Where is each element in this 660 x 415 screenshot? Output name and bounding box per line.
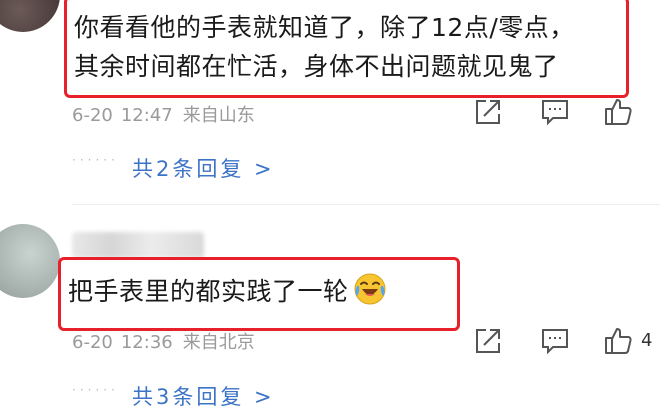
reply-button[interactable] — [539, 96, 571, 128]
comment-time: 12:47 — [120, 105, 173, 126]
share-button[interactable] — [472, 96, 504, 128]
share-icon — [476, 100, 500, 124]
comment-text: 你看看他的手表就知道了，除了12点/零点， 其余时间都在忙活，身体不出问题就见鬼… — [74, 8, 575, 86]
comment-location: 来自山东 — [182, 105, 255, 126]
reply-button[interactable] — [539, 325, 571, 357]
like-button[interactable] — [603, 96, 635, 128]
thread-dots: ······ — [72, 153, 119, 167]
blurred-username[interactable] — [72, 232, 204, 258]
comment-location: 来自北京 — [182, 332, 255, 353]
share-button[interactable] — [472, 325, 504, 357]
comment-text-line: 其余时间都在忙活，身体不出问题就见鬼了 — [74, 52, 559, 81]
comment-date: 6-20 — [72, 105, 113, 126]
comment-meta: 6-20 12:36 来自北京 — [72, 328, 255, 354]
thread-dots: ······ — [72, 383, 119, 397]
comment-text: 把手表里的都实践了一轮 — [68, 272, 387, 311]
comment-icon — [542, 100, 568, 126]
comment-date: 6-20 — [72, 332, 113, 353]
comment-meta: 6-20 12:47 来自山东 — [72, 101, 255, 127]
like-button[interactable] — [603, 325, 635, 357]
thumbs-up-icon — [605, 99, 632, 125]
avatar[interactable] — [0, 0, 60, 32]
comment-item: 把手表里的都实践了一轮 6-20 12:36 来自北京 4 ······ 共3条… — [0, 205, 660, 415]
share-icon — [476, 329, 500, 353]
laughing-crying-emoji-icon — [354, 273, 386, 305]
view-replies-link[interactable]: 共3条回复 > — [132, 381, 275, 411]
view-replies-link[interactable]: 共2条回复 > — [132, 153, 275, 183]
comment-time: 12:36 — [120, 332, 173, 353]
like-count: 4 — [641, 330, 653, 351]
avatar[interactable] — [0, 224, 60, 298]
thumbs-up-icon — [605, 328, 632, 354]
comment-item: 你看看他的手表就知道了，除了12点/零点， 其余时间都在忙活，身体不出问题就见鬼… — [0, 0, 660, 205]
comment-text-line: 把手表里的都实践了一轮 — [68, 277, 349, 306]
comment-text-line: 你看看他的手表就知道了，除了12点/零点， — [74, 13, 575, 42]
comment-icon — [542, 329, 568, 355]
